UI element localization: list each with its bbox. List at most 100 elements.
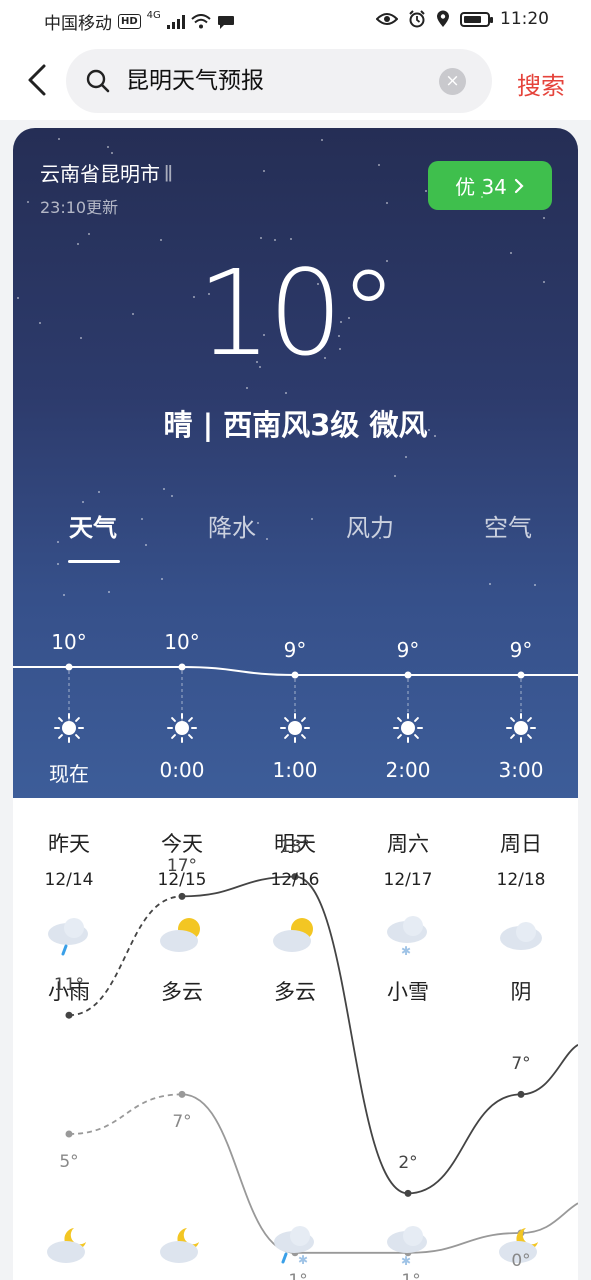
hourly-time: 现在 <box>49 762 89 786</box>
star <box>425 190 427 192</box>
hourly-temp: 9° <box>283 638 307 662</box>
star <box>145 544 147 546</box>
star <box>386 260 388 262</box>
day-name: 昨天 <box>48 832 90 856</box>
star <box>163 488 165 490</box>
high-temp-curve-point <box>517 1090 525 1098</box>
star <box>543 217 545 219</box>
search-icon <box>86 69 110 93</box>
hourly-point <box>291 671 299 679</box>
day-date: 12/17 <box>383 870 433 890</box>
weather-card[interactable]: 云南省昆明市 ǁ 23:10更新 优 34 10° 晴 | 西南风3级 微风 天… <box>13 128 578 1280</box>
tab-precipitation[interactable]: 降水 <box>172 508 292 543</box>
search-box[interactable]: × <box>66 49 492 113</box>
high-temp-curve-point <box>404 1189 412 1197</box>
battery-level <box>464 15 481 23</box>
star <box>141 518 143 520</box>
svg-text:✱: ✱ <box>401 944 411 958</box>
back-button[interactable] <box>20 60 56 100</box>
star <box>339 348 341 350</box>
star <box>58 138 60 140</box>
high-temp-label: 11° <box>53 975 85 996</box>
star <box>39 322 41 324</box>
tab-underline <box>68 560 120 563</box>
aqi-button[interactable]: 优 34 <box>428 161 552 210</box>
update-time: 23:10更新 <box>40 198 119 217</box>
star <box>160 239 162 241</box>
tab-wind[interactable]: 风力 <box>310 508 430 543</box>
star <box>27 201 29 203</box>
star <box>510 252 512 254</box>
status-bar: 中国移动 HD 4G 11:20 <box>0 0 591 40</box>
hourly-forecast: 10° 现在 10° 0:00 9° 1:00 9° 2:00 9° 3:00 <box>13 618 578 798</box>
star <box>394 475 396 477</box>
high-temp-label: 17° <box>166 856 198 877</box>
tab-air[interactable]: 空气 <box>448 508 568 543</box>
star <box>108 591 110 593</box>
day-condition: 阴 <box>510 980 532 1004</box>
star <box>80 337 82 339</box>
day-date: 12/14 <box>44 870 94 890</box>
hourly-temp: 10° <box>51 630 87 654</box>
star <box>161 578 163 580</box>
low-temp-label: -1° <box>265 1271 325 1280</box>
star <box>111 152 113 154</box>
location[interactable]: 云南省昆明市 ǁ <box>40 158 173 187</box>
day-date: 12/18 <box>496 870 546 890</box>
search-button[interactable]: 搜索 <box>517 66 565 101</box>
location-label: 云南省昆明市 <box>40 162 160 186</box>
star <box>543 281 545 283</box>
svg-text:✱: ✱ <box>298 1253 308 1267</box>
signal-icon <box>166 14 185 29</box>
hourly-temp: 9° <box>396 638 420 662</box>
low-temp-curve-point <box>178 1090 186 1098</box>
star <box>63 594 65 596</box>
star <box>257 522 259 524</box>
star <box>274 239 276 241</box>
day-condition: 多云 <box>161 980 203 1004</box>
sun-icon <box>393 713 423 743</box>
status-right: 11:20 <box>376 9 549 29</box>
day-condition: 多云 <box>274 980 316 1004</box>
star <box>527 532 529 534</box>
overcast-icon <box>500 922 542 950</box>
star <box>57 563 59 565</box>
sky-panel: 云南省昆明市 ǁ 23:10更新 优 34 10° 晴 | 西南风3级 微风 天… <box>13 128 578 798</box>
hourly-time: 3:00 <box>498 758 544 782</box>
star <box>348 317 350 319</box>
hourly-point <box>65 663 73 671</box>
hourly-time: 1:00 <box>272 758 318 782</box>
tab-weather[interactable]: 天气 <box>33 508 153 543</box>
low-temp-label: 5° <box>59 1152 79 1172</box>
star <box>107 146 109 148</box>
low-temp-label: 7° <box>172 1112 192 1133</box>
search-input[interactable] <box>126 65 426 91</box>
high-temp-label: 18° <box>279 836 311 857</box>
clear-button[interactable]: × <box>439 68 466 95</box>
chevron-right-icon <box>514 178 524 193</box>
star <box>17 297 19 299</box>
sleet-icon: ✱ <box>274 1226 314 1267</box>
current-temperature: 10° <box>196 244 398 382</box>
star <box>338 335 340 337</box>
alarm-icon <box>409 10 425 28</box>
star <box>290 238 292 240</box>
high-temp-curve-point <box>65 1011 73 1019</box>
message-icon <box>217 15 234 29</box>
hourly-point <box>178 663 186 671</box>
star <box>208 293 210 295</box>
hourly-temp: 9° <box>509 638 533 662</box>
star <box>263 334 265 336</box>
star <box>378 164 380 166</box>
day-date: 12/16 <box>270 870 320 890</box>
sun-icon <box>167 713 197 743</box>
current-condition: 晴 | 西南风3级 微风 <box>163 408 428 442</box>
carrier-name: 中国移动 <box>44 14 112 34</box>
star <box>534 584 536 586</box>
star <box>481 196 483 198</box>
hourly-temp: 10° <box>164 630 200 654</box>
star <box>77 243 79 245</box>
star <box>259 366 261 368</box>
hd-badge: HD <box>118 14 141 29</box>
partly-cloudy-night-icon <box>160 1228 199 1263</box>
